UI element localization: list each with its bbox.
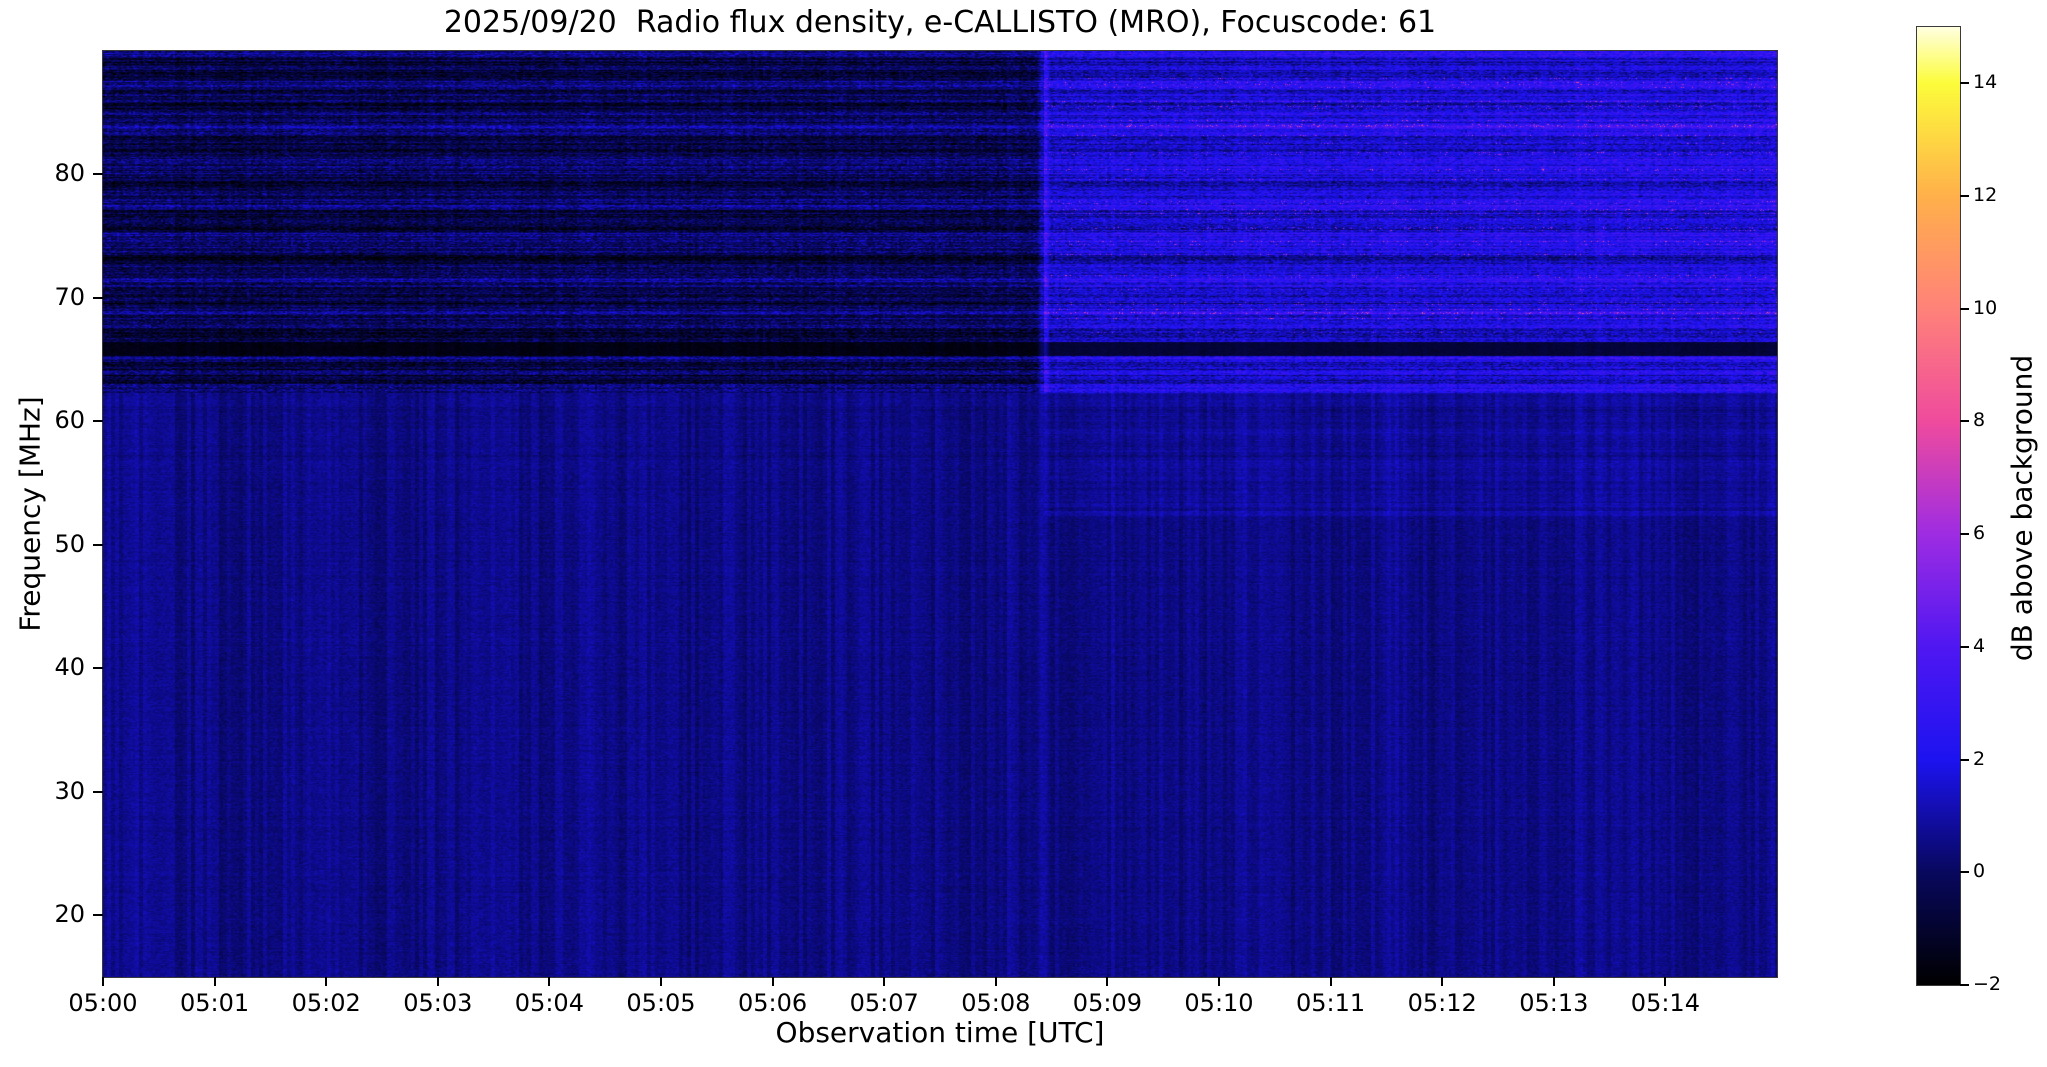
- x-tick-mark: [213, 977, 216, 986]
- colorbar-tick-mark: [1960, 195, 1969, 198]
- figure-title: 2025/09/20 Radio flux density, e-CALLIST…: [443, 5, 1437, 40]
- colorbar-tick-mark: [1960, 758, 1969, 761]
- colorbar-tick-mark: [1960, 307, 1969, 310]
- spectrogram-image: [103, 51, 1777, 977]
- colorbar-tick-label: 12: [1973, 184, 1998, 207]
- y-tick-label: 40: [54, 653, 85, 682]
- colorbar-tick-label: 2: [1973, 747, 1986, 770]
- x-tick-mark: [1329, 977, 1332, 986]
- x-tick-mark: [883, 977, 886, 986]
- x-tick-mark: [548, 977, 551, 986]
- x-tick-mark: [771, 977, 774, 986]
- y-tick-mark: [93, 667, 103, 670]
- x-tick-mark: [660, 977, 662, 986]
- y-tick-mark: [93, 173, 103, 176]
- colorbar-tick-label: −2: [1973, 973, 2002, 995]
- colorbar-tick-mark: [1960, 533, 1969, 536]
- x-tick-mark: [1218, 977, 1220, 986]
- x-tick-mark: [1664, 977, 1667, 986]
- y-tick-mark: [93, 420, 103, 423]
- x-tick-mark: [994, 977, 997, 986]
- y-tick-mark: [93, 296, 103, 299]
- x-tick-mark: [102, 977, 104, 986]
- x-axis-label: Observation time [UTC]: [775, 1016, 1105, 1049]
- colorbar-tick-mark: [1960, 871, 1969, 874]
- y-axis-label-text: Frequency [MHz]: [13, 396, 47, 632]
- x-tick-mark: [1552, 977, 1555, 986]
- x-tick-mark: [325, 977, 328, 986]
- x-tick-mark: [436, 977, 439, 986]
- x-tick-label: 05:14: [1630, 989, 1700, 1017]
- y-tick-mark: [93, 914, 103, 917]
- y-tick-label: 80: [54, 159, 85, 188]
- colorbar-tick-label: 14: [1973, 71, 1998, 94]
- y-tick-mark: [93, 543, 103, 546]
- colorbar-tick-mark: [1960, 984, 1969, 986]
- colorbar: [1916, 26, 1961, 986]
- y-tick-label: 20: [54, 900, 85, 929]
- colorbar-gradient: [1917, 27, 1960, 985]
- colorbar-tick-label: 10: [1973, 296, 1998, 319]
- colorbar-tick-label: 0: [1973, 860, 1986, 883]
- colorbar-label-text: dB above background: [2005, 354, 2039, 662]
- spectrogram-plot-area: [102, 50, 1778, 978]
- y-tick-label: 30: [54, 776, 85, 805]
- colorbar-tick-mark: [1960, 420, 1969, 423]
- x-tick-mark: [1106, 977, 1109, 986]
- y-tick-label: 70: [54, 282, 85, 311]
- colorbar-tick-mark: [1960, 82, 1969, 85]
- colorbar-tick-mark: [1960, 645, 1969, 648]
- y-tick-mark: [93, 790, 103, 793]
- x-tick-mark: [1441, 977, 1444, 986]
- figure: 2025/09/20 Radio flux density, e-CALLIST…: [0, 0, 2047, 1067]
